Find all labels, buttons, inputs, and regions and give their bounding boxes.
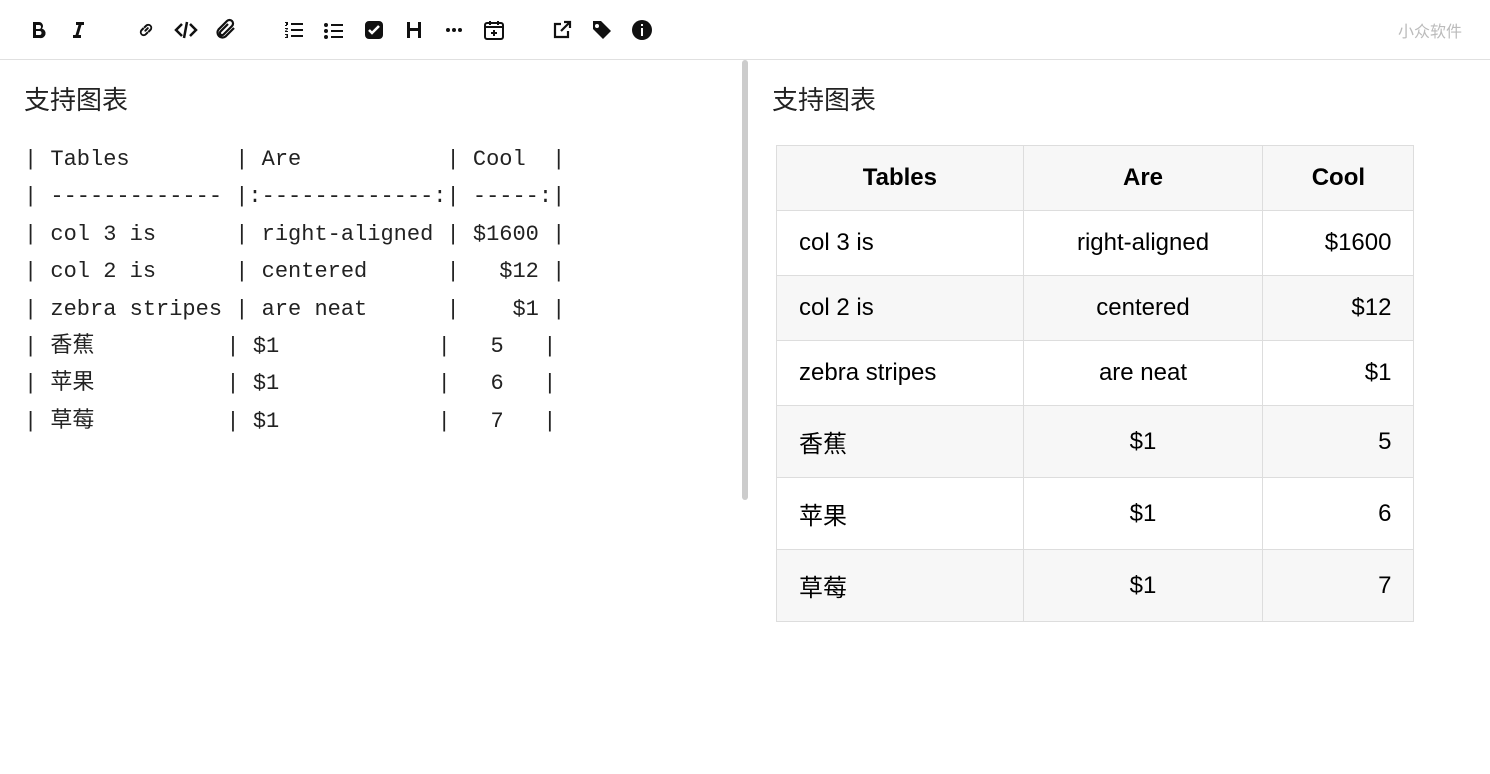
- source-pane[interactable]: 支持图表 | Tables | Are | Cool | | ---------…: [0, 60, 742, 774]
- table-header-cell: Tables: [777, 146, 1024, 211]
- bold-button[interactable]: [20, 12, 56, 48]
- table-cell: right-aligned: [1023, 211, 1263, 276]
- tag-button[interactable]: [584, 12, 620, 48]
- table-header-row: TablesAreCool: [777, 146, 1414, 211]
- table-cell: 苹果: [777, 478, 1024, 550]
- preview-pane: 支持图表 TablesAreCool col 3 isright-aligned…: [748, 60, 1490, 774]
- attachment-button[interactable]: [208, 12, 244, 48]
- more-button[interactable]: [436, 12, 472, 48]
- link-icon: [134, 18, 158, 42]
- table-cell: col 3 is: [777, 211, 1024, 276]
- ordered-list-icon: [282, 18, 306, 42]
- table-cell: are neat: [1023, 341, 1263, 406]
- info-icon: [630, 18, 654, 42]
- unordered-list-button[interactable]: [316, 12, 352, 48]
- table-row: col 2 iscentered$12: [777, 276, 1414, 341]
- external-link-icon: [550, 18, 574, 42]
- table-cell: 7: [1263, 550, 1414, 622]
- heading-button[interactable]: [396, 12, 432, 48]
- table-header-cell: Cool: [1263, 146, 1414, 211]
- table-cell: 草莓: [777, 550, 1024, 622]
- table-cell: col 2 is: [777, 276, 1024, 341]
- source-title: 支持图表: [24, 80, 718, 117]
- watermark-label: 小众软件: [1398, 18, 1470, 42]
- unordered-list-icon: [322, 18, 346, 42]
- source-code[interactable]: | Tables | Are | Cool | | ------------- …: [24, 141, 718, 440]
- main-split: 支持图表 | Tables | Are | Cool | | ---------…: [0, 60, 1490, 774]
- table-row: col 3 isright-aligned$1600: [777, 211, 1414, 276]
- toolbar: 小众软件: [0, 0, 1490, 60]
- table-cell: $1: [1263, 341, 1414, 406]
- external-link-button[interactable]: [544, 12, 580, 48]
- table-cell: 6: [1263, 478, 1414, 550]
- heading-icon: [402, 18, 426, 42]
- paperclip-icon: [214, 18, 238, 42]
- code-button[interactable]: [168, 12, 204, 48]
- italic-icon: [66, 18, 90, 42]
- table-cell: 5: [1263, 406, 1414, 478]
- table-cell: $1: [1023, 550, 1263, 622]
- table-cell: $1600: [1263, 211, 1414, 276]
- ordered-list-button[interactable]: [276, 12, 312, 48]
- italic-button[interactable]: [60, 12, 96, 48]
- calendar-button[interactable]: [476, 12, 512, 48]
- code-icon: [172, 18, 200, 42]
- table-cell: zebra stripes: [777, 341, 1024, 406]
- calendar-plus-icon: [482, 18, 506, 42]
- ellipsis-icon: [442, 18, 466, 42]
- preview-title: 支持图表: [772, 80, 1466, 117]
- tag-icon: [590, 18, 614, 42]
- table-cell: centered: [1023, 276, 1263, 341]
- rendered-table: TablesAreCool col 3 isright-aligned$1600…: [776, 145, 1414, 622]
- table-row: 草莓$17: [777, 550, 1414, 622]
- table-row: 苹果$16: [777, 478, 1414, 550]
- info-button[interactable]: [624, 12, 660, 48]
- table-header-cell: Are: [1023, 146, 1263, 211]
- table-cell: $1: [1023, 478, 1263, 550]
- table-row: zebra stripesare neat$1: [777, 341, 1414, 406]
- link-button[interactable]: [128, 12, 164, 48]
- checkbox-icon: [362, 18, 386, 42]
- table-cell: $12: [1263, 276, 1414, 341]
- table-row: 香蕉$15: [777, 406, 1414, 478]
- checkbox-button[interactable]: [356, 12, 392, 48]
- table-cell: 香蕉: [777, 406, 1024, 478]
- table-cell: $1: [1023, 406, 1263, 478]
- bold-icon: [26, 18, 50, 42]
